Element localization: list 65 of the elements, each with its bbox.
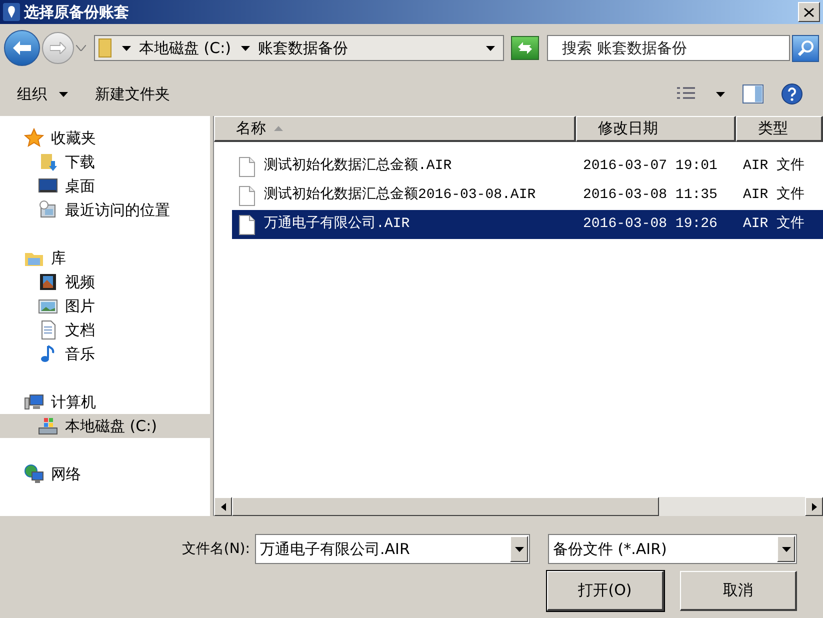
search-icon bbox=[798, 40, 814, 56]
organize-menu[interactable]: 组织 bbox=[17, 82, 68, 106]
open-button[interactable]: 打开(O) bbox=[547, 571, 664, 611]
file-type: AIR 文件 bbox=[743, 187, 805, 203]
folder-icon bbox=[98, 38, 112, 58]
navigation-item[interactable]: 本地磁盘 (C:) bbox=[0, 414, 210, 438]
scroll-left-icon[interactable] bbox=[220, 502, 226, 510]
horizontal-scrollbar[interactable] bbox=[214, 497, 823, 516]
file-icon bbox=[239, 156, 255, 176]
back-arrow-icon bbox=[13, 41, 31, 55]
file-name: 万通电子有限公司.AIR bbox=[264, 214, 410, 234]
star-icon bbox=[24, 128, 44, 148]
preview-pane-icon[interactable] bbox=[742, 84, 764, 104]
refresh-arrows-icon bbox=[516, 41, 534, 55]
app-icon bbox=[3, 3, 20, 21]
scrollbar-thumb[interactable] bbox=[232, 497, 659, 516]
search-button[interactable] bbox=[792, 34, 819, 62]
file-name-combobox[interactable]: 万通电子有限公司.AIR bbox=[255, 534, 530, 564]
modified-date: 2016-03-08 11:35 bbox=[583, 187, 718, 203]
breadcrumb-arrow-icon[interactable] bbox=[241, 46, 250, 50]
view-details-icon[interactable] bbox=[676, 86, 696, 102]
help-icon[interactable] bbox=[781, 83, 803, 105]
history-dropdown-icon[interactable] bbox=[76, 45, 86, 51]
network-icon bbox=[24, 464, 44, 484]
drive-icon bbox=[38, 416, 58, 436]
breadcrumb-arrow-icon[interactable] bbox=[122, 46, 131, 50]
forward-arrow-icon bbox=[50, 42, 66, 54]
dropdown-arrow-icon bbox=[782, 546, 790, 552]
file-icon bbox=[239, 186, 255, 206]
column-header[interactable]: 修改日期 bbox=[576, 116, 736, 142]
address-bar[interactable]: 本地磁盘 (C:) 账套数据备份 bbox=[94, 35, 504, 61]
close-button[interactable] bbox=[798, 2, 820, 22]
recent-places-icon bbox=[38, 200, 58, 220]
new-folder-button[interactable]: 新建文件夹 bbox=[95, 82, 170, 106]
file-type: AIR 文件 bbox=[743, 158, 805, 174]
file-name-label: 文件名(N): bbox=[182, 540, 250, 558]
computer-icon bbox=[24, 392, 44, 412]
view-dropdown-icon[interactable] bbox=[716, 92, 725, 96]
file-row[interactable]: 测试初始化数据汇总金额.AIR 2016-03-07 19:01 AIR 文件 bbox=[232, 152, 823, 181]
file-name: 测试初始化数据汇总金额.AIR bbox=[264, 156, 452, 176]
column-header[interactable]: 名称 bbox=[214, 116, 576, 142]
file-row[interactable]: 万通电子有限公司.AIR 2016-03-08 19:26 AIR 文件 bbox=[232, 210, 823, 239]
file-name: 测试初始化数据汇总金额2016-03-08.AIR bbox=[264, 185, 536, 205]
back-button[interactable] bbox=[4, 30, 40, 66]
dropdown-arrow-icon bbox=[514, 546, 524, 552]
close-icon bbox=[804, 8, 814, 16]
file-icon bbox=[239, 214, 255, 234]
dropdown-arrow-icon bbox=[59, 92, 68, 96]
forward-button[interactable] bbox=[42, 32, 74, 64]
address-dropdown-icon[interactable] bbox=[486, 46, 495, 50]
breadcrumb-item[interactable]: 账套数据备份 bbox=[258, 36, 348, 60]
window-title: 选择原备份账套 bbox=[24, 2, 129, 23]
film-icon bbox=[38, 272, 58, 292]
modified-date: 2016-03-07 19:01 bbox=[583, 158, 718, 174]
cancel-button[interactable]: 取消 bbox=[680, 571, 797, 611]
scroll-right-icon[interactable] bbox=[812, 502, 816, 510]
refresh-button[interactable] bbox=[511, 36, 539, 60]
file-type-combobox[interactable]: 备份文件 (*.AIR) bbox=[548, 534, 797, 564]
file-type: AIR 文件 bbox=[743, 216, 805, 232]
file-row[interactable]: 测试初始化数据汇总金额2016-03-08.AIR 2016-03-08 11:35 AIR 文件 bbox=[232, 181, 823, 210]
column-header[interactable]: 类型 bbox=[736, 116, 823, 142]
modified-date: 2016-03-08 19:26 bbox=[583, 216, 718, 232]
breadcrumb-item[interactable]: 本地磁盘 (C:) bbox=[139, 36, 231, 60]
download-folder-icon bbox=[38, 152, 58, 172]
search-field[interactable]: 搜索 账套数据备份 bbox=[547, 35, 790, 61]
